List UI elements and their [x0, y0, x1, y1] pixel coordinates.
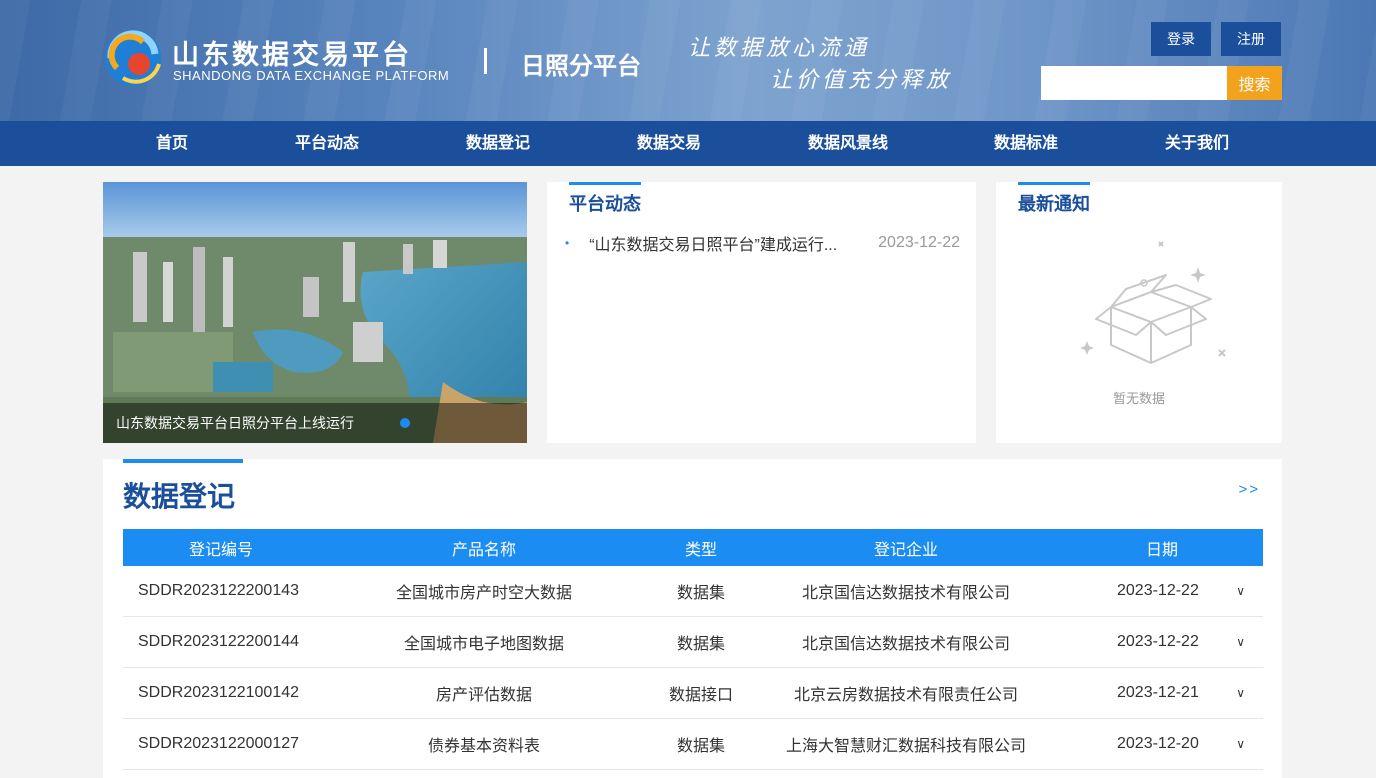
registration-date: 2023-12-22	[1117, 582, 1199, 599]
panel-title-news[interactable]: 平台动态	[569, 182, 641, 216]
panel-title-notice[interactable]: 最新通知	[1018, 182, 1090, 216]
registration-date: 2023-12-22	[1117, 633, 1199, 650]
product-name: 房产评估数据	[435, 687, 532, 704]
platform-news-panel: 平台动态 • “山东数据交易日照平台”建成运行... 2023-12-22	[547, 182, 976, 443]
column-header: 产品名称	[451, 541, 516, 559]
section-title: 数据登记	[123, 459, 244, 515]
product-name: 全国城市电子地图数据	[403, 636, 564, 653]
nav-item-platform-news[interactable]: 平台动态	[295, 121, 359, 166]
nav-item-data-showcase[interactable]: 数据风景线	[808, 121, 888, 166]
registration-date: 2023-12-21	[1117, 684, 1199, 701]
table-header: 登记编号 产品名称 类型 登记企业 日期	[123, 529, 1263, 566]
banner-carousel[interactable]: 山东数据交易平台日照分平台上线运行	[103, 182, 527, 443]
table-row[interactable]: SDDR2023122000127 债券基本资料表 数据集 上海大智慧财汇数据科…	[123, 719, 1263, 770]
brand-divider	[484, 48, 487, 74]
brand-title: 山东数据交易平台	[172, 40, 412, 70]
data-registration-section: 数据登记 >> 登记编号 产品名称 类型 登记企业 日期 SDDR2023122…	[103, 459, 1282, 778]
search-input[interactable]	[1041, 66, 1227, 100]
empty-text: 暂无数据	[1112, 391, 1165, 406]
chevron-down-icon[interactable]: ∨	[1236, 566, 1245, 616]
news-item-date: 2023-12-22	[878, 234, 960, 251]
banner-caption: 山东数据交易平台日照分平台上线运行	[103, 403, 527, 443]
column-header: 日期	[1145, 541, 1178, 559]
bullet-icon: •	[565, 236, 570, 250]
column-header: 登记企业	[873, 541, 938, 559]
column-header: 登记编号	[188, 541, 253, 559]
slogan-line-2: 让价值充分释放	[770, 68, 953, 93]
product-type: 数据接口	[668, 687, 733, 704]
company-name: 上海大智慧财汇数据科技有限公司	[785, 738, 1026, 755]
registration-id: SDDR2023122200144	[138, 633, 300, 650]
product-name: 全国城市房产时空大数据	[395, 585, 572, 602]
product-type: 数据集	[676, 585, 725, 602]
more-link[interactable]: >>	[1238, 481, 1260, 498]
nav-item-data-standards[interactable]: 数据标准	[994, 121, 1058, 166]
registration-date: 2023-12-20	[1117, 735, 1199, 752]
nav-item-home[interactable]: 首页	[156, 121, 188, 166]
news-item[interactable]: • “山东数据交易日照平台”建成运行... 2023-12-22	[565, 231, 960, 255]
column-header: 类型	[684, 541, 717, 559]
product-type: 数据集	[676, 636, 725, 653]
carousel-dot[interactable]	[400, 418, 410, 428]
company-name: 北京国信达数据技术有限公司	[801, 585, 1010, 602]
register-button[interactable]: 注册	[1221, 22, 1281, 56]
registration-table: 登记编号 产品名称 类型 登记企业 日期 SDDR2023122200143 全…	[123, 529, 1263, 770]
site-header: 山东数据交易平台 SHANDONG DATA EXCHANGE PLATFORM…	[0, 0, 1376, 121]
company-name: 北京云房数据技术有限责任公司	[793, 687, 1018, 704]
table-row[interactable]: SDDR2023122100142 房产评估数据 数据接口 北京云房数据技术有限…	[123, 668, 1263, 719]
nav-item-about-us[interactable]: 关于我们	[1165, 121, 1229, 166]
news-item-title[interactable]: “山东数据交易日照平台”建成运行...	[589, 231, 866, 255]
registration-id: SDDR2023122200143	[138, 582, 300, 599]
logo-icon	[105, 30, 161, 86]
chevron-down-icon[interactable]: ∨	[1236, 668, 1245, 718]
slogan-line-1: 让数据放心流通	[688, 36, 871, 61]
nav-item-data-registration[interactable]: 数据登记	[466, 121, 530, 166]
registration-id: SDDR2023122100142	[138, 684, 300, 701]
latest-notice-panel: 最新通知 暂无数据	[996, 182, 1282, 443]
chevron-down-icon[interactable]: ∨	[1236, 617, 1245, 667]
empty-box-icon	[1080, 241, 1226, 364]
product-name: 债券基本资料表	[427, 738, 540, 755]
main-nav: 首页 平台动态 数据登记 数据交易 数据风景线 数据标准 关于我们	[0, 121, 1376, 166]
brand-subtitle: SHANDONG DATA EXCHANGE PLATFORM	[173, 68, 450, 83]
chevron-down-icon[interactable]: ∨	[1236, 719, 1245, 769]
nav-item-data-trading[interactable]: 数据交易	[637, 121, 701, 166]
login-button[interactable]: 登录	[1151, 22, 1211, 56]
branch-name: 日照分平台	[521, 53, 641, 80]
product-type: 数据集	[676, 738, 725, 755]
table-row[interactable]: SDDR2023122200143 全国城市房产时空大数据 数据集 北京国信达数…	[123, 566, 1263, 617]
company-name: 北京国信达数据技术有限公司	[801, 636, 1010, 653]
search-button[interactable]: 搜索	[1227, 66, 1282, 100]
registration-id: SDDR2023122000127	[138, 735, 300, 752]
table-row[interactable]: SDDR2023122200144 全国城市电子地图数据 数据集 北京国信达数据…	[123, 617, 1263, 668]
